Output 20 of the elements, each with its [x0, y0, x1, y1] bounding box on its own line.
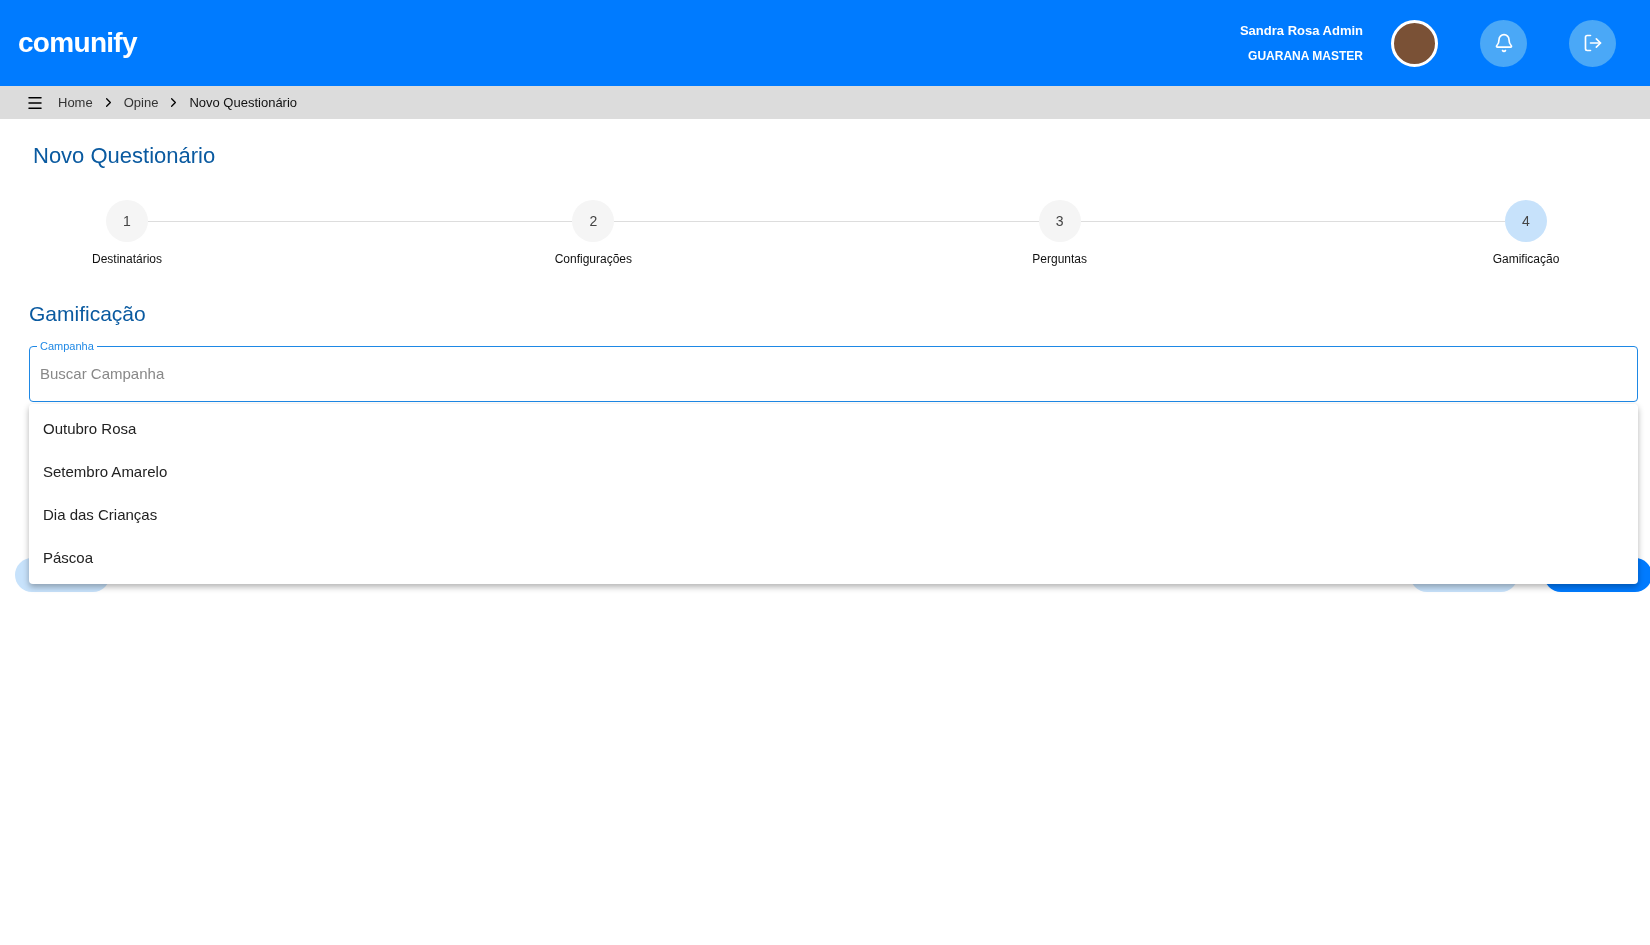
step-label: Configurações — [554, 251, 633, 268]
dropdown-option[interactable]: Dia das Crianças — [29, 493, 1638, 537]
dropdown-option[interactable]: Páscoa — [29, 536, 1638, 580]
step-label: Destinatários — [92, 251, 162, 268]
step-label: Gamificação — [1492, 251, 1560, 268]
logout-button[interactable] — [1569, 19, 1616, 67]
dropdown-option[interactable]: Outubro Rosa — [29, 407, 1638, 451]
bell-icon — [1493, 33, 1514, 53]
avatar[interactable] — [1391, 19, 1438, 67]
page-title: Novo Questionário — [33, 142, 217, 170]
breadcrumb-link[interactable]: Opine — [123, 92, 159, 113]
breadcrumb-link[interactable]: Home — [58, 92, 93, 113]
notification-button[interactable] — [1480, 19, 1527, 67]
logo: comunify — [18, 26, 137, 60]
user-name: Sandra Rosa Admin — [1239, 22, 1363, 41]
section-title: Gamificação — [29, 301, 147, 327]
dropdown-option[interactable]: Setembro Amarelo — [29, 450, 1638, 494]
step-label: Perguntas — [1032, 251, 1087, 268]
user-role: GUARANA MASTER — [1248, 47, 1363, 65]
logout-icon — [1582, 33, 1603, 53]
